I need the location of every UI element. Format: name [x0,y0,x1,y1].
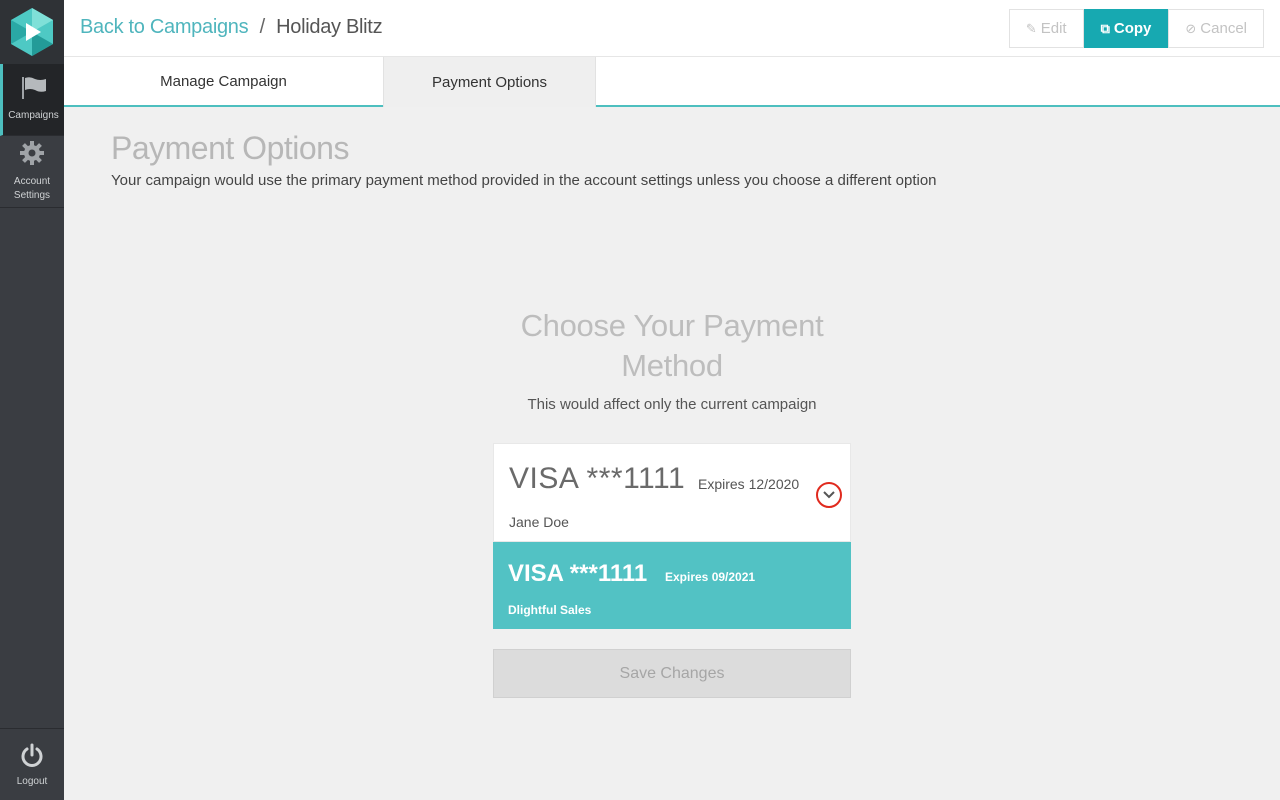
sidebar-item-campaigns[interactable]: Campaigns [0,64,64,136]
cancel-label: Cancel [1200,20,1247,37]
edit-button[interactable]: ✎ Edit [1008,9,1084,48]
tab-bar: Manage Campaign Payment Options [64,57,1280,107]
card-number: VISA ***1111 [509,462,686,495]
cancel-button[interactable]: ⊘ Cancel [1168,9,1264,48]
back-to-campaigns-link[interactable]: Back to Campaigns [80,16,249,38]
flag-icon [20,76,48,105]
option-card-expiry: Expires 09/2021 [665,570,756,584]
copy-icon: ⧉ [1100,20,1110,36]
top-header: Back to Campaigns / Holiday Blitz ✎ Edit… [64,0,1280,57]
copy-label: Copy [1113,20,1152,37]
sidebar-item-account-settings[interactable]: Account Settings [0,136,64,208]
logout-label: Logout [16,775,48,787]
header-actions: ✎ Edit ⧉ Copy ⊘ Cancel [1008,9,1264,48]
option-card-number: VISA ***1111 [508,560,648,587]
tab-payment-options[interactable]: Payment Options [383,57,596,107]
power-icon [19,743,45,772]
breadcrumb: Back to Campaigns / Holiday Blitz [80,16,383,39]
app-logo[interactable] [0,0,64,64]
save-changes-button[interactable]: Save Changes [493,649,851,698]
breadcrumb-current: Holiday Blitz [276,16,383,38]
page-title: Payment Options [111,130,349,166]
payment-method-select[interactable]: VISA ***1111 Expires 12/2020 Jane Doe [493,443,851,542]
pencil-icon: ✎ [1025,20,1037,36]
chevron-down-icon[interactable] [816,482,842,508]
gear-icon [19,140,45,171]
page-description: Your campaign would use the primary paym… [111,172,937,189]
edit-label: Edit [1040,20,1067,37]
breadcrumb-separator: / [259,16,266,38]
tab-manage-campaign[interactable]: Manage Campaign [64,57,383,105]
choose-payment-subtitle: This would affect only the current campa… [527,396,817,413]
card-holder-name: Jane Doe [509,514,569,530]
payment-option-item[interactable]: VISA ***1111 Expires 09/2021 Dlightful S… [493,542,851,629]
copy-button[interactable]: ⧉ Copy [1083,9,1169,48]
ban-icon: ⊘ [1185,20,1197,36]
option-card-holder: Dlightful Sales [508,603,592,617]
sidebar-item-label: Account Settings [13,176,51,201]
choose-payment-title: Choose Your Payment Method [520,308,824,383]
sidebar: Campaigns Account Settings Logout [0,0,64,800]
sidebar-item-label: Campaigns [8,110,59,121]
logo-icon [11,8,53,56]
card-expiry: Expires 12/2020 [698,476,800,492]
logout-button[interactable]: Logout [0,728,64,800]
